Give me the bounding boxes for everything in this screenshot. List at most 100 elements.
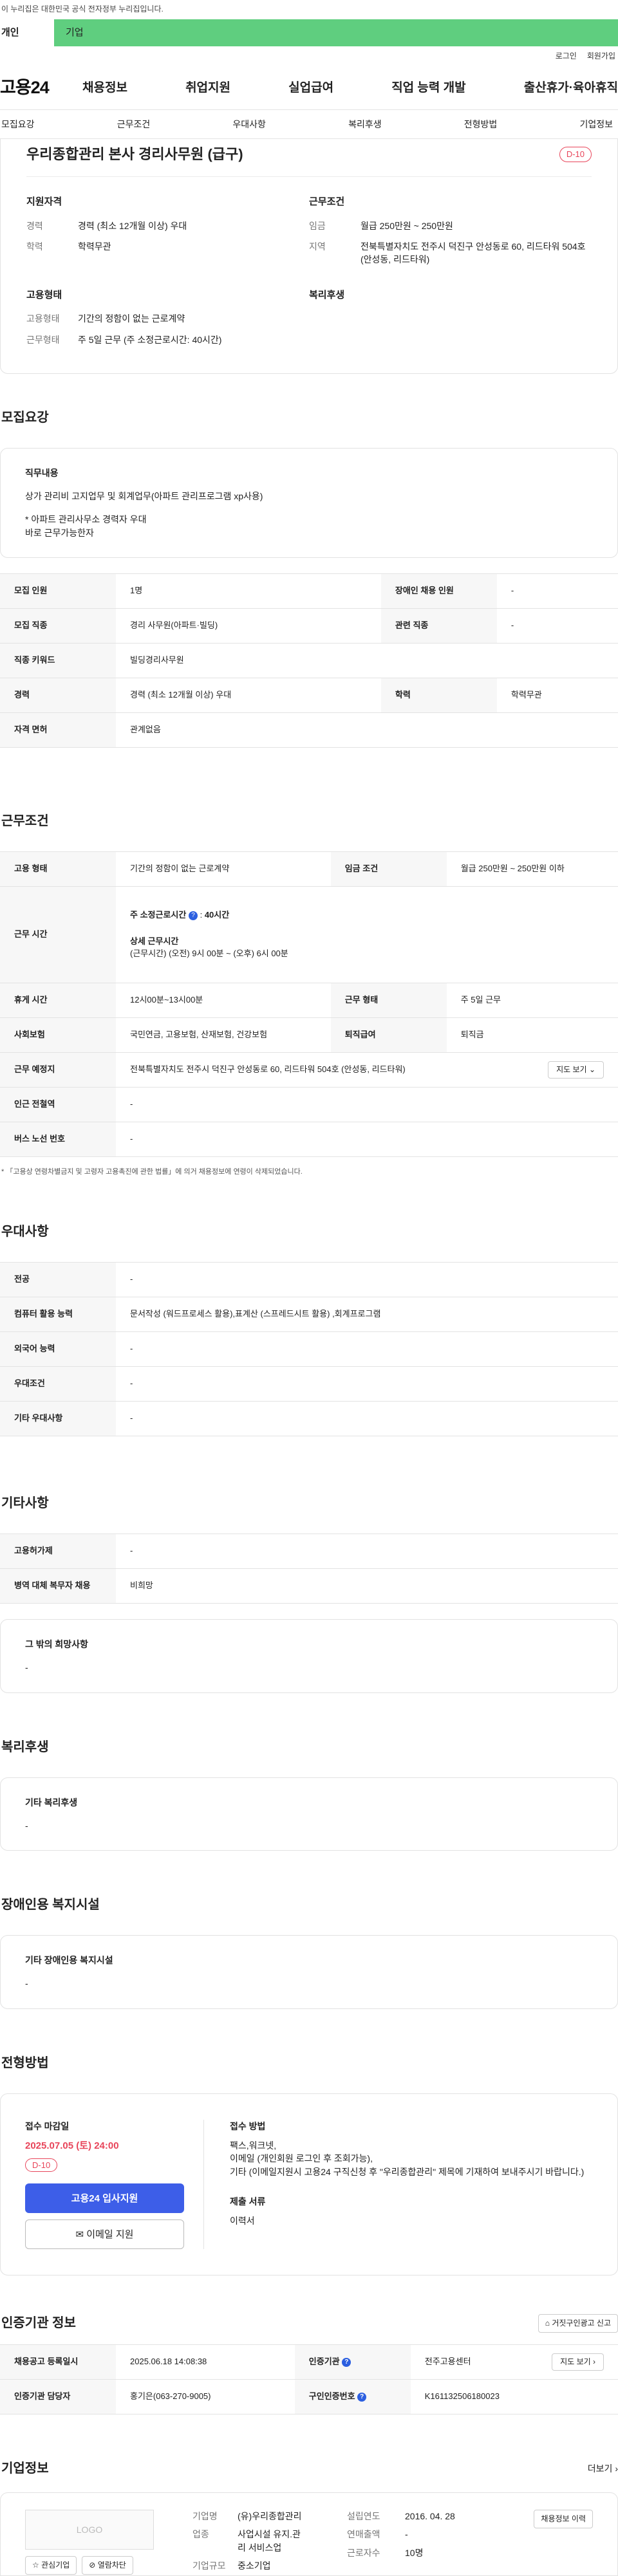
email-apply-label: 이메일 지원 bbox=[86, 2229, 134, 2241]
apply-online-button[interactable]: 고용24 입사지원 bbox=[25, 2183, 184, 2213]
hours-main-value: 40시간 bbox=[204, 910, 230, 920]
cell-value: 문서작성 (워드프로세스 활용),표계산 (스프레드시트 활용) ,회계프로그램 bbox=[116, 1297, 618, 1332]
cell-label: 구인인증번호 ? bbox=[294, 2379, 411, 2415]
deadline-title: 접수 마감일 bbox=[25, 2120, 70, 2131]
cell-label: 휴게 시간 bbox=[0, 983, 116, 1019]
gnb-item-employment-support[interactable]: 취업지원 bbox=[185, 79, 230, 97]
cell-value: 12시00분~13시00분 bbox=[116, 983, 331, 1019]
table-row: 휴게 시간 12시00분~13시00분 근무 형태 주 5일 근무 bbox=[0, 983, 618, 1019]
tab-recruit[interactable]: 모집요강 bbox=[1, 118, 35, 131]
section-work-heading: 근무조건 bbox=[1, 814, 49, 829]
disability-value: - bbox=[25, 1978, 28, 1989]
job-note: * 아파트 관리사무소 경력자 우대 bbox=[25, 514, 147, 525]
cell-label: 관련 직종 bbox=[380, 608, 497, 644]
tab-pref[interactable]: 우대사항 bbox=[232, 118, 266, 131]
info-icon[interactable]: ? bbox=[342, 2357, 351, 2367]
job-desc-title: 직무내용 bbox=[25, 467, 59, 478]
cell-value: 경력 (최소 12개월 이상) 우대 bbox=[116, 678, 381, 714]
emp-title: 고용형태 bbox=[26, 289, 62, 301]
disability-box-title: 기타 장애인용 복지시설 bbox=[25, 1955, 113, 1966]
label: 설립연도 bbox=[347, 2511, 380, 2522]
agency-header: 인증기관 정보 ⌂ 거짓구인광고 신고 bbox=[1, 2313, 618, 2333]
cell-value: 경리 사무원(아파트·빌딩) bbox=[116, 608, 381, 644]
join-link[interactable]: 회원가입 bbox=[587, 51, 615, 62]
section-welfare-heading: 복리후생 bbox=[1, 1739, 49, 1754]
section-pref-heading: 우대사항 bbox=[1, 1225, 49, 1239]
cell-value: 전주고용센터 지도 보기 › bbox=[410, 2344, 618, 2380]
tab-apply[interactable]: 전형방법 bbox=[464, 118, 498, 131]
tab-work[interactable]: 근무조건 bbox=[117, 118, 151, 131]
cell-label: 자격 면허 bbox=[0, 712, 116, 748]
block-view-button[interactable]: ⊘ 열람차단 bbox=[82, 2556, 133, 2575]
cell-value: - bbox=[116, 1087, 618, 1123]
hours-cell: 주 소정근로시간 ? : 40시간 상세 근무시간 (근무시간) (오전) 9시… bbox=[116, 886, 618, 984]
section-tabs: 모집요강 근무조건 우대사항 복리후생 전형방법 기업정보 bbox=[0, 109, 618, 139]
audience-tab-person[interactable]: 개인 bbox=[0, 19, 54, 46]
star-icon: ☆ bbox=[32, 2561, 39, 2570]
job-summary-card: 우리종합관리 본사 경리사무원 (급구) D-10 지원자격 경력 경력 (최소 … bbox=[0, 139, 618, 374]
table-row: 근무 시간 주 소정근로시간 ? : 40시간 상세 근무시간 (근무시간) (… bbox=[0, 886, 618, 984]
tab-company[interactable]: 기업정보 bbox=[579, 118, 613, 131]
map-view-button[interactable]: 지도 보기 ⌄ bbox=[548, 1061, 604, 1079]
agency-map-button[interactable]: 지도 보기 › bbox=[552, 2353, 604, 2371]
cell-label: 컴퓨터 활용 능력 bbox=[0, 1297, 116, 1332]
cell-label: 고용 형태 bbox=[0, 851, 116, 887]
method-line: 이메일 (개인회원 로그인 후 조회가능), bbox=[230, 2153, 373, 2164]
cell-value: - bbox=[496, 608, 618, 644]
company-more-label: 더보기 bbox=[587, 2463, 613, 2474]
tab-welfare[interactable]: 복리후생 bbox=[348, 118, 382, 131]
agency-org-value: 전주고용센터 bbox=[424, 2357, 471, 2367]
table-row: 사회보험 국민연금, 고용보험, 산재보험, 건강보험 퇴직급여 퇴직금 bbox=[0, 1017, 618, 1053]
gnb-item-jobs[interactable]: 채용정보 bbox=[82, 79, 127, 97]
cell-label: 모집 인원 bbox=[0, 573, 116, 609]
chevron-down-icon: ⌄ bbox=[588, 1064, 595, 1074]
site-logo[interactable]: 고용24 bbox=[0, 75, 82, 100]
block-icon: ⊘ bbox=[89, 2561, 96, 2570]
company-more-link[interactable]: 더보기 › bbox=[588, 2462, 618, 2475]
cell-value: 빌딩경리사무원 bbox=[116, 643, 618, 679]
table-row: 인증기관 담당자 홍기은(063-270-9005) 구인인증번호 ? K161… bbox=[0, 2379, 618, 2415]
company-box: LOGO ☆ 관심기업 ⊘ 열람차단 기업명 (유)우리종합관리 업종 사업시설 유… bbox=[0, 2492, 618, 2576]
cell-label: 장애인 채용 인원 bbox=[380, 573, 497, 609]
gnb-item-training[interactable]: 직업 능력 개발 bbox=[391, 79, 465, 97]
place-value: 전북특별자치도 전주시 덕진구 안성동로 60, 리드타워 504호 (안성동,… bbox=[130, 1064, 406, 1075]
cell-value: 2025.06.18 14:08:38 bbox=[116, 2344, 295, 2380]
table-row: 컴퓨터 활용 능력 문서작성 (워드프로세스 활용),표계산 (스프레드시트 활용… bbox=[0, 1297, 618, 1332]
info-icon[interactable]: ? bbox=[188, 911, 198, 920]
login-link[interactable]: 로그인 bbox=[556, 51, 577, 62]
cell-label: 버스 노선 번호 bbox=[0, 1122, 116, 1158]
cell-label: 인근 전철역 bbox=[0, 1087, 116, 1123]
section-apply-heading: 전형방법 bbox=[1, 2055, 49, 2070]
block-label: 열람차단 bbox=[97, 2561, 126, 2570]
table-row: 직종 키워드 빌딩경리사무원 bbox=[0, 643, 618, 679]
emptype-value: 기간의 정함이 없는 근로계약 bbox=[78, 313, 185, 324]
wish-title: 그 밖의 희망사항 bbox=[25, 1639, 88, 1649]
gnb-item-leave[interactable]: 출산휴가·육아휴직 bbox=[524, 79, 618, 97]
docs-title: 제출 서류 bbox=[230, 2196, 266, 2207]
method-line: 팩스,워크넷, bbox=[230, 2140, 277, 2151]
gnb-item-unemployment[interactable]: 실업급여 bbox=[288, 79, 333, 97]
cell-label: 근무 시간 bbox=[0, 886, 116, 984]
audience-tab-company[interactable]: 기업 bbox=[54, 19, 618, 46]
cell-label: 병역 대체 복무자 채용 bbox=[0, 1568, 116, 1604]
cell-label: 기타 우대사항 bbox=[0, 1401, 116, 1436]
etc-table: 고용허가제 - 병역 대체 복무자 채용 비희망 bbox=[0, 1534, 618, 1604]
email-apply-button[interactable]: ✉ 이메일 지원 bbox=[25, 2219, 184, 2249]
cell-value: 1명 bbox=[116, 573, 381, 609]
wish-value: - bbox=[25, 1662, 28, 1673]
table-row: 전공 - bbox=[0, 1262, 618, 1297]
false-ad-report-button[interactable]: ⌂ 거짓구인광고 신고 bbox=[538, 2313, 618, 2333]
info-icon[interactable]: ? bbox=[357, 2392, 367, 2402]
cell-value: - bbox=[116, 1534, 618, 1569]
apply-box: 접수 마감일 2025.07.05 (토) 24:00 D-10 고용24 입사… bbox=[0, 2093, 618, 2275]
company-name: (유)우리종합관리 bbox=[238, 2511, 302, 2522]
table-row: 자격 면허 관계없음 bbox=[0, 712, 618, 748]
false-ad-report-label: 거짓구인광고 신고 bbox=[552, 2318, 611, 2328]
table-row: 기타 우대사항 - bbox=[0, 1401, 618, 1436]
label: 학력 bbox=[26, 241, 43, 252]
favorite-company-button[interactable]: ☆ 관심기업 bbox=[25, 2556, 77, 2575]
disability-box: 기타 장애인용 복지시설 - bbox=[0, 1935, 618, 2009]
career-value: 경력 (최소 12개월 이상) 우대 bbox=[78, 220, 187, 231]
hiring-history-button[interactable]: 채용정보 이력 bbox=[534, 2510, 593, 2529]
section-recruit-heading: 모집요강 bbox=[1, 410, 49, 425]
